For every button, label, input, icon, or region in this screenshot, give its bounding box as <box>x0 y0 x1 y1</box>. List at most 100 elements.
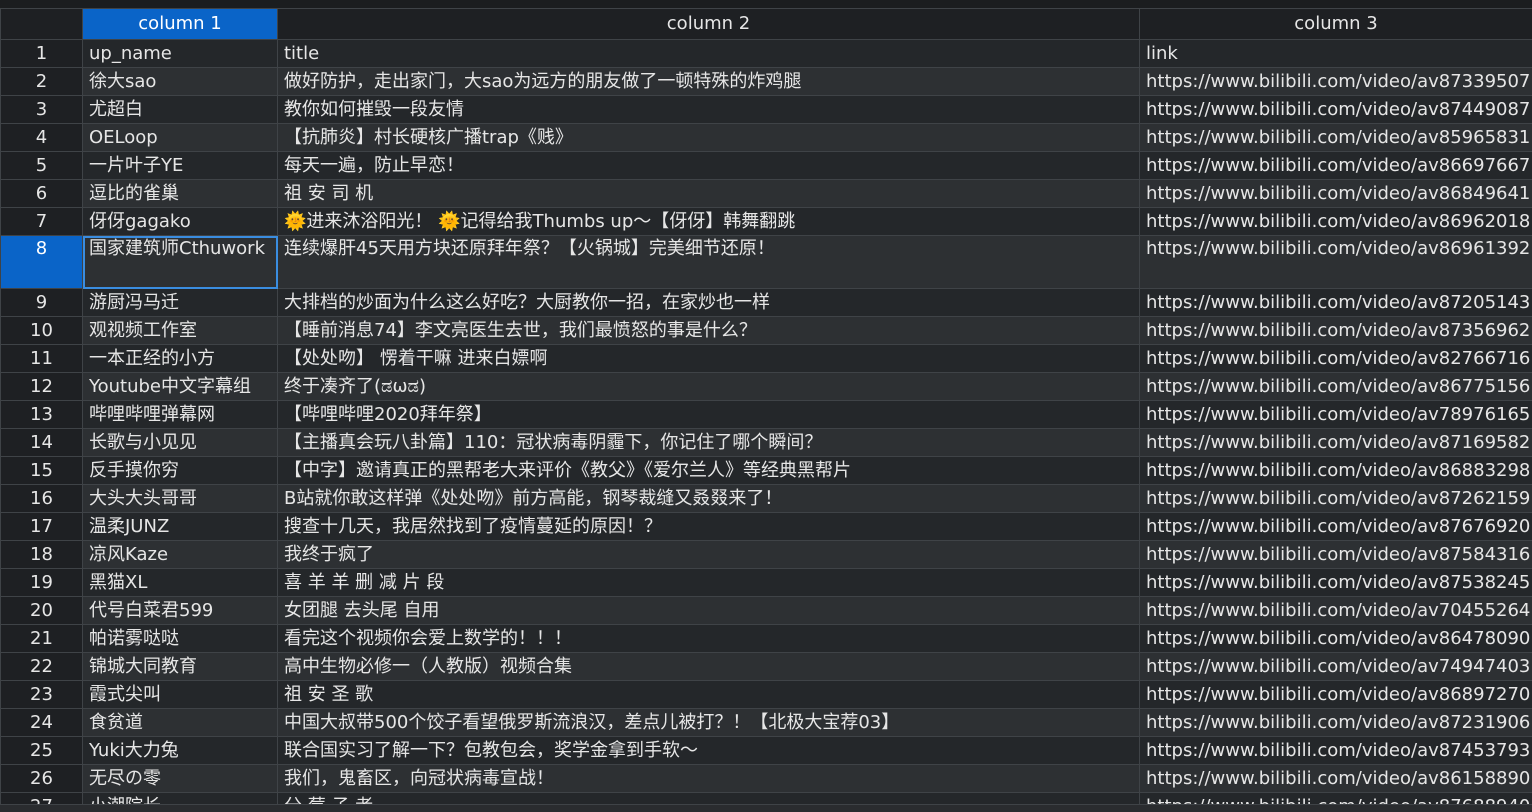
cell-up-name[interactable]: 凉风Kaze <box>83 541 278 569</box>
cell-link[interactable]: https://www.bilibili.com/video/av8723190… <box>1140 709 1532 737</box>
table-row[interactable]: 22锦城大同教育高中生物必修一（人教版）视频合集https://www.bili… <box>1 653 1532 681</box>
cell-link[interactable]: https://www.bilibili.com/video/av8647809… <box>1140 625 1532 653</box>
cell-link[interactable]: https://www.bilibili.com/video/av8735696… <box>1140 317 1532 345</box>
cell-link[interactable]: https://www.bilibili.com/video/av7897616… <box>1140 401 1532 429</box>
table-row[interactable]: 25Yuki大力兔联合国实习了解一下？包教包会，奖学金拿到手软～https://… <box>1 737 1532 765</box>
cell-title[interactable]: 中国大叔带500个饺子看望俄罗斯流浪汉，差点儿被打？！【北极大宝荐03】 <box>278 709 1140 737</box>
column-header-3[interactable]: column 3 <box>1140 9 1532 40</box>
cell-title[interactable]: 【睡前消息74】李文亮医生去世，我们最愤怒的事是什么？ <box>278 317 1140 345</box>
table-row[interactable]: 13哔哩哔哩弹幕网【哔哩哔哩2020拜年祭】https://www.bilibi… <box>1 401 1532 429</box>
row-index-cell[interactable]: 23 <box>1 681 83 709</box>
cell-up-name[interactable]: 反手摸你穷 <box>83 457 278 485</box>
row-index-cell[interactable]: 14 <box>1 429 83 457</box>
cell-up-name[interactable]: 伢伢gagako <box>83 208 278 236</box>
table-row[interactable]: 3尤超白教你如何摧毁一段友情https://www.bilibili.com/v… <box>1 96 1532 124</box>
cell-up-name[interactable]: 一本正经的小方 <box>83 345 278 373</box>
cell-link[interactable]: https://www.bilibili.com/video/av8767692… <box>1140 513 1532 541</box>
cell-title[interactable]: 大排档的炒面为什么这么好吃？大厨教你一招，在家炒也一样 <box>278 289 1140 317</box>
cell-up-name[interactable]: 黑猫XL <box>83 569 278 597</box>
cell-title[interactable]: 【抗肺炎】村长硬核广播trap《贱》 <box>278 124 1140 152</box>
table-row[interactable]: 1up_nametitlelink <box>1 40 1532 68</box>
cell-link[interactable]: https://www.bilibili.com/video/av8615889… <box>1140 765 1532 793</box>
cell-up-name[interactable]: 尤超白 <box>83 96 278 124</box>
cell-up-name[interactable]: 大头大头哥哥 <box>83 485 278 513</box>
cell-title[interactable]: 女团腿 去头尾 自用 <box>278 597 1140 625</box>
row-index-cell[interactable]: 24 <box>1 709 83 737</box>
cell-title[interactable]: title <box>278 40 1140 68</box>
table-row[interactable]: 11一本正经的小方【处处吻】 愣着干嘛 进来白嫖啊https://www.bil… <box>1 345 1532 373</box>
cell-link[interactable]: https://www.bilibili.com/video/av8677515… <box>1140 373 1532 401</box>
cell-title[interactable]: 联合国实习了解一下？包教包会，奖学金拿到手软～ <box>278 737 1140 765</box>
table-row[interactable]: 15反手摸你穷【中字】邀请真正的黑帮老大来评价《教父》《爱尔兰人》等经典黑帮片h… <box>1 457 1532 485</box>
cell-up-name[interactable]: 逗比的雀巢 <box>83 180 278 208</box>
table-row[interactable]: 20代号白菜君599女团腿 去头尾 自用https://www.bilibili… <box>1 597 1532 625</box>
cell-title[interactable]: 【哔哩哔哩2020拜年祭】 <box>278 401 1140 429</box>
row-index-cell[interactable]: 8 <box>1 236 83 289</box>
cell-title[interactable]: 高中生物必修一（人教版）视频合集 <box>278 653 1140 681</box>
cell-link[interactable]: https://www.bilibili.com/video/av8720514… <box>1140 289 1532 317</box>
row-index-cell[interactable]: 10 <box>1 317 83 345</box>
table-row[interactable]: 16大头大头哥哥B站就你敢这样弹《处处吻》前方高能，钢琴裁缝又叒叕来了！http… <box>1 485 1532 513</box>
table-row[interactable]: 14长歌与小见见【主播真会玩八卦篇】110：冠状病毒阴霾下，你记住了哪个瞬间？h… <box>1 429 1532 457</box>
cell-link[interactable]: https://www.bilibili.com/video/av8733950… <box>1140 68 1532 96</box>
cell-up-name[interactable]: Youtube中文字幕组 <box>83 373 278 401</box>
cell-title[interactable]: 🌞进来沐浴阳光！ 🌞记得给我Thumbs up～【伢伢】韩舞翻跳 <box>278 208 1140 236</box>
row-index-cell[interactable]: 20 <box>1 597 83 625</box>
cell-title[interactable]: 喜 羊 羊 删 减 片 段 <box>278 569 1140 597</box>
cell-up-name[interactable]: 食贫道 <box>83 709 278 737</box>
cell-up-name[interactable]: 无尽の零 <box>83 765 278 793</box>
table-row[interactable]: 10观视频工作室【睡前消息74】李文亮医生去世，我们最愤怒的事是什么？https… <box>1 317 1532 345</box>
table-row[interactable]: 24食贫道中国大叔带500个饺子看望俄罗斯流浪汉，差点儿被打？！【北极大宝荐03… <box>1 709 1532 737</box>
cell-link[interactable]: https://www.bilibili.com/video/av8688329… <box>1140 457 1532 485</box>
cell-link[interactable]: https://www.bilibili.com/video/av8745379… <box>1140 737 1532 765</box>
table-row[interactable]: 26无尽の零我们，鬼畜区，向冠状病毒宣战！https://www.bilibil… <box>1 765 1532 793</box>
cell-title[interactable]: 终于凑齐了(ಡωಡ) <box>278 373 1140 401</box>
cell-up-name[interactable]: 长歌与小见见 <box>83 429 278 457</box>
table-row[interactable]: 4OELoop【抗肺炎】村长硬核广播trap《贱》https://www.bil… <box>1 124 1532 152</box>
row-index-cell[interactable]: 18 <box>1 541 83 569</box>
cell-up-name[interactable]: 锦城大同教育 <box>83 653 278 681</box>
cell-title[interactable]: 教你如何摧毁一段友情 <box>278 96 1140 124</box>
cell-title[interactable]: 我们，鬼畜区，向冠状病毒宣战！ <box>278 765 1140 793</box>
row-index-cell[interactable]: 13 <box>1 401 83 429</box>
cell-up-name[interactable]: 徐大sao <box>83 68 278 96</box>
row-index-cell[interactable]: 19 <box>1 569 83 597</box>
table-row[interactable]: 7伢伢gagako🌞进来沐浴阳光！ 🌞记得给我Thumbs up～【伢伢】韩舞翻… <box>1 208 1532 236</box>
cell-link[interactable]: https://www.bilibili.com/video/av7494740… <box>1140 653 1532 681</box>
table-row[interactable]: 23霞式尖叫祖 安 圣 歌https://www.bilibili.com/vi… <box>1 681 1532 709</box>
row-index-cell[interactable]: 25 <box>1 737 83 765</box>
cell-up-name[interactable]: 温柔JUNZ <box>83 513 278 541</box>
cell-link[interactable]: https://www.bilibili.com/video/av8744908… <box>1140 96 1532 124</box>
cell-up-name[interactable]: 观视频工作室 <box>83 317 278 345</box>
table-row[interactable]: 21帕诺雾哒哒看完这个视频你会爱上数学的！！！https://www.bilib… <box>1 625 1532 653</box>
table-row[interactable]: 18凉风Kaze我终于疯了https://www.bilibili.com/vi… <box>1 541 1532 569</box>
table-row[interactable]: 8国家建筑师Cthuwork连续爆肝45天用方块还原拜年祭？【火锅城】完美细节还… <box>1 236 1532 289</box>
cell-link[interactable]: link <box>1140 40 1532 68</box>
cell-link[interactable]: https://www.bilibili.com/video/av8696139… <box>1140 236 1532 289</box>
cell-title[interactable]: 搜查十几天，我居然找到了疫情蔓延的原因！？ <box>278 513 1140 541</box>
cell-title[interactable]: 【处处吻】 愣着干嘛 进来白嫖啊 <box>278 345 1140 373</box>
cell-link[interactable]: https://www.bilibili.com/video/av8276671… <box>1140 345 1532 373</box>
row-index-cell[interactable]: 6 <box>1 180 83 208</box>
table-row[interactable]: 5一片叶子YE每天一遍，防止早恋！https://www.bilibili.co… <box>1 152 1532 180</box>
cell-title[interactable]: 连续爆肝45天用方块还原拜年祭？【火锅城】完美细节还原！ <box>278 236 1140 289</box>
row-index-cell[interactable]: 15 <box>1 457 83 485</box>
cell-link[interactable]: https://www.bilibili.com/video/av8696201… <box>1140 208 1532 236</box>
cell-up-name[interactable]: OELoop <box>83 124 278 152</box>
cell-link[interactable]: https://www.bilibili.com/video/av8716958… <box>1140 429 1532 457</box>
cell-link[interactable]: https://www.bilibili.com/video/av8596583… <box>1140 124 1532 152</box>
cell-link[interactable]: https://www.bilibili.com/video/av8753824… <box>1140 569 1532 597</box>
cell-link[interactable]: https://www.bilibili.com/video/av8689727… <box>1140 681 1532 709</box>
cell-up-name[interactable]: 霞式尖叫 <box>83 681 278 709</box>
cell-up-name[interactable]: 游厨冯马迁 <box>83 289 278 317</box>
cell-title[interactable]: 看完这个视频你会爱上数学的！！！ <box>278 625 1140 653</box>
cell-title[interactable]: 每天一遍，防止早恋！ <box>278 152 1140 180</box>
cell-link[interactable]: https://www.bilibili.com/video/av8669766… <box>1140 152 1532 180</box>
cell-link[interactable]: https://www.bilibili.com/video/av8726215… <box>1140 485 1532 513</box>
cell-up-name[interactable]: 国家建筑师Cthuwork <box>83 236 278 289</box>
row-index-cell[interactable]: 7 <box>1 208 83 236</box>
cell-link[interactable]: https://www.bilibili.com/video/av8758431… <box>1140 541 1532 569</box>
cell-title[interactable]: 【中字】邀请真正的黑帮老大来评价《教父》《爱尔兰人》等经典黑帮片 <box>278 457 1140 485</box>
table-row[interactable]: 9游厨冯马迁大排档的炒面为什么这么好吃？大厨教你一招，在家炒也一样https:/… <box>1 289 1532 317</box>
cell-up-name[interactable]: 一片叶子YE <box>83 152 278 180</box>
